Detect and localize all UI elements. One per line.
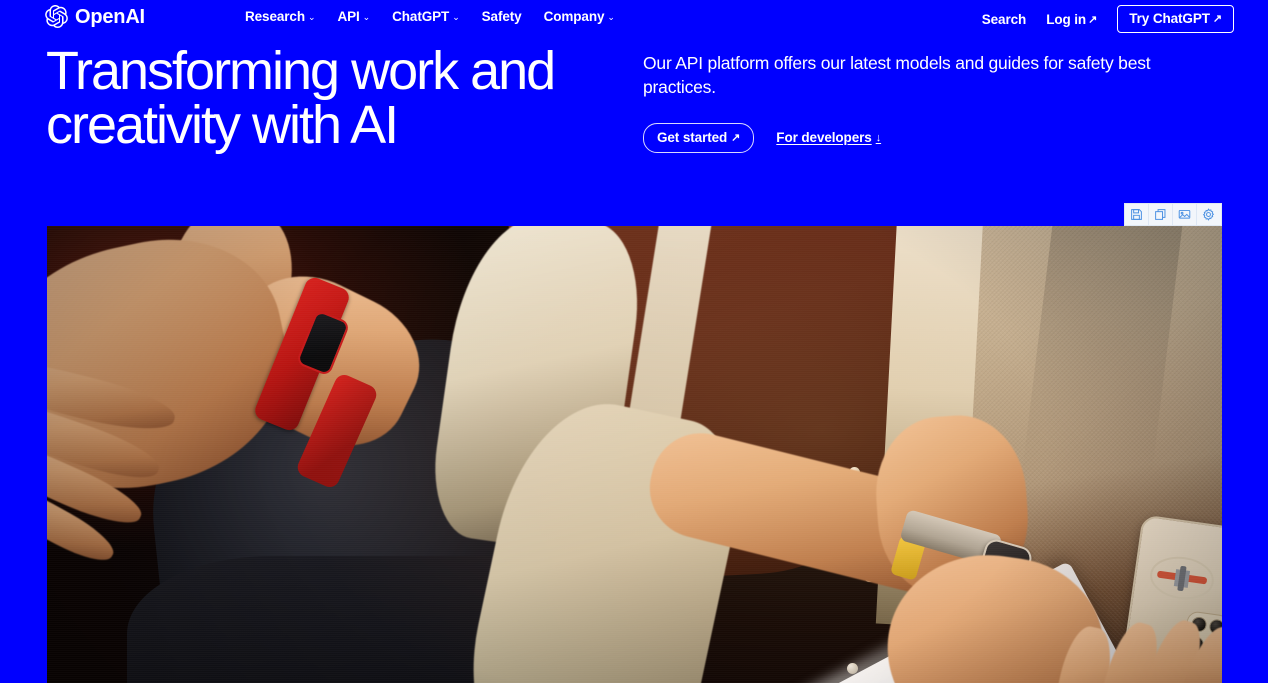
- image-button[interactable]: [1173, 204, 1197, 225]
- copy-button[interactable]: [1149, 204, 1173, 225]
- photo-phone-decal: [1146, 552, 1217, 605]
- nav-item-company[interactable]: Company ⌄: [544, 9, 615, 24]
- search-button[interactable]: Search: [981, 11, 1027, 27]
- settings-button[interactable]: [1197, 204, 1221, 225]
- nav-item-api[interactable]: API ⌄: [337, 9, 370, 24]
- page-title: Transforming work and creativity with AI: [46, 41, 556, 155]
- image-picture-icon: [1178, 208, 1191, 221]
- arrow-up-right-icon: ↗: [1212, 13, 1222, 25]
- for-developers-link[interactable]: For developers ↓: [776, 130, 881, 145]
- try-chatgpt-label: Try ChatGPT: [1129, 11, 1210, 26]
- image-toolbar: [1124, 203, 1222, 226]
- chevron-down-icon: ⌄: [452, 12, 460, 22]
- chevron-down-icon: ⌄: [607, 12, 615, 22]
- arrow-down-icon: ↓: [875, 131, 882, 144]
- nav-item-safety[interactable]: Safety: [482, 9, 522, 24]
- arrow-up-right-icon: ↗: [731, 131, 741, 144]
- save-button[interactable]: [1125, 204, 1149, 225]
- hero-description: Our API platform offers our latest model…: [643, 53, 1151, 97]
- copy-duplicate-icon: [1154, 208, 1167, 221]
- chevron-down-icon: ⌄: [362, 12, 371, 22]
- nav-item-label: ChatGPT: [392, 9, 450, 24]
- arrow-up-right-icon: ↗: [1088, 13, 1098, 26]
- gear-settings-icon: [1202, 208, 1215, 221]
- nav-item-label: Safety: [481, 9, 522, 24]
- nav-item-label: Company: [543, 9, 605, 24]
- nav-primary-links: Research ⌄ API ⌄ ChatGPT ⌄ Safety Compan…: [245, 9, 615, 24]
- login-link[interactable]: Log in ↗: [1046, 12, 1097, 27]
- hero-right-column: Our API platform offers our latest model…: [643, 52, 1223, 153]
- nav-item-research[interactable]: Research ⌄: [245, 9, 316, 24]
- main-navigation: OpenAI Research ⌄ API ⌄ ChatGPT ⌄ Safety…: [0, 0, 1268, 34]
- get-started-button[interactable]: Get started ↗: [643, 122, 755, 153]
- chevron-down-icon: ⌄: [308, 12, 316, 22]
- try-chatgpt-button[interactable]: Try ChatGPT ↗: [1117, 5, 1234, 33]
- for-developers-label: For developers: [776, 130, 872, 146]
- hero-image: [47, 226, 1222, 683]
- openai-homepage: OpenAI Research ⌄ API ⌄ ChatGPT ⌄ Safety…: [0, 0, 1268, 683]
- nav-item-chatgpt[interactable]: ChatGPT ⌄: [392, 9, 460, 24]
- nav-item-label: Research: [245, 9, 305, 24]
- hero-actions: Get started ↗ For developers ↓: [643, 122, 1223, 153]
- openai-logo-icon: [45, 5, 68, 28]
- brand-name: OpenAI: [75, 5, 145, 28]
- nav-secondary-links: Search Log in ↗ Try ChatGPT ↗: [982, 5, 1234, 33]
- save-disk-icon: [1130, 208, 1143, 221]
- get-started-label: Get started: [657, 129, 728, 145]
- login-label: Log in: [1046, 11, 1087, 27]
- nav-item-label: API: [337, 9, 360, 24]
- search-label: Search: [981, 11, 1027, 27]
- openai-logo-link[interactable]: OpenAI: [45, 5, 145, 28]
